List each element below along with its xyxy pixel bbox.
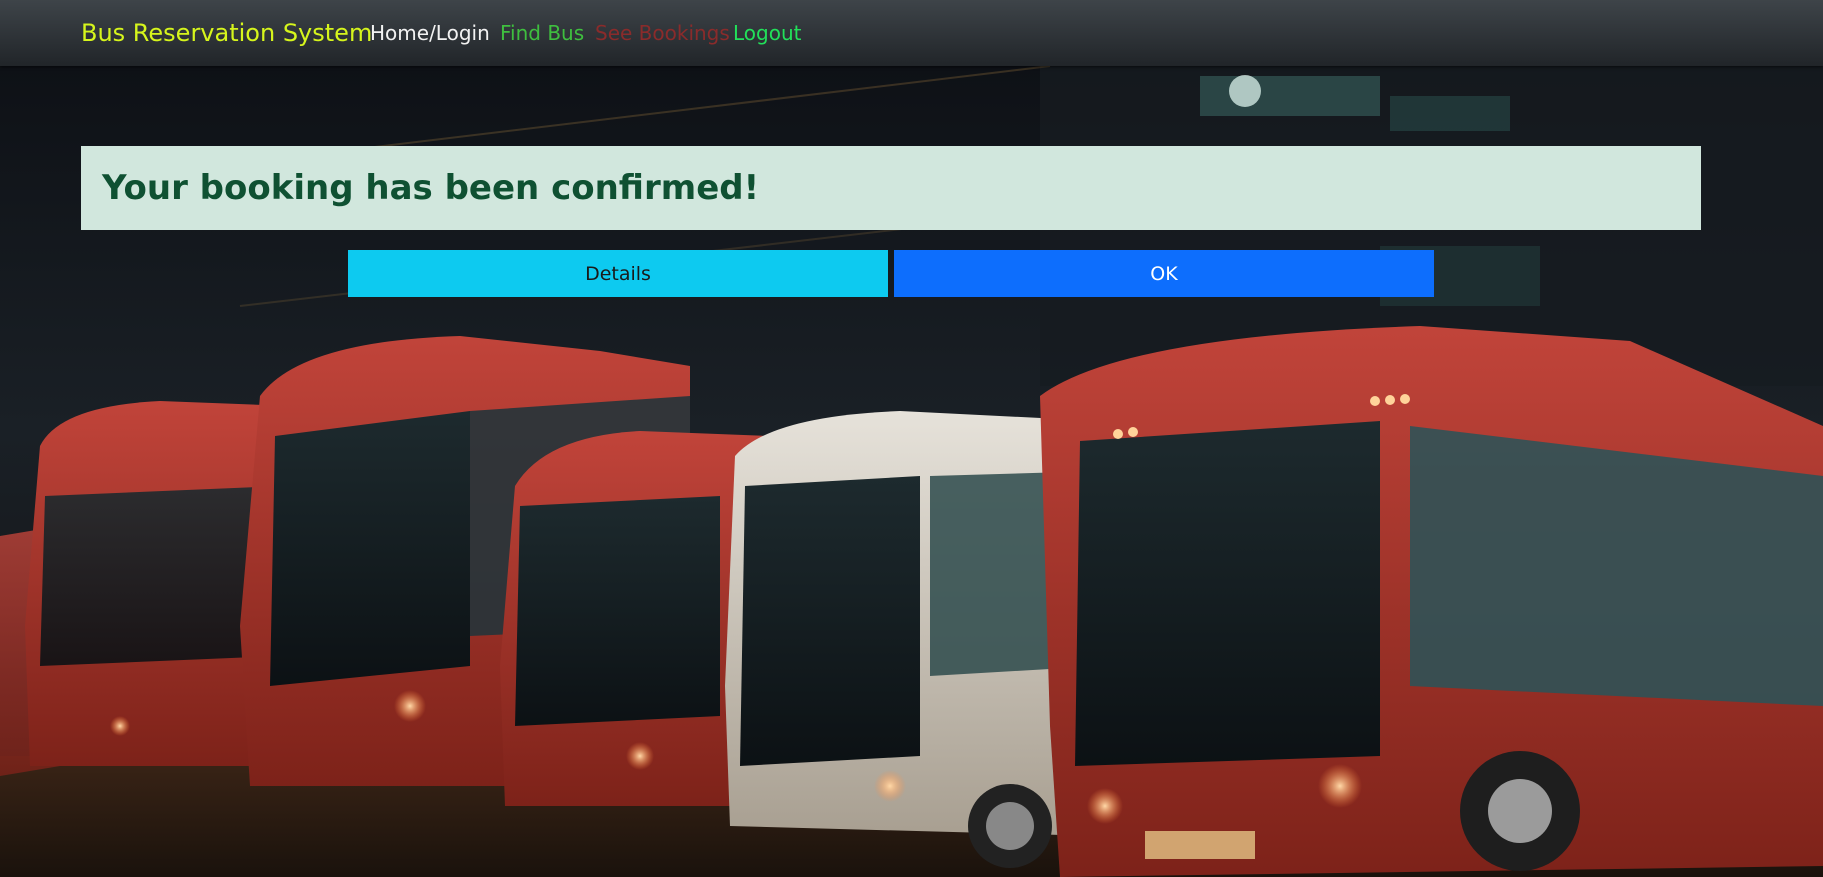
alert-message: Your booking has been confirmed! <box>102 168 760 208</box>
brand-link[interactable]: Bus Reservation System <box>81 0 372 66</box>
nav-find-bus[interactable]: Find Bus <box>500 0 584 66</box>
nav-logout[interactable]: Logout <box>733 0 801 66</box>
ok-button[interactable]: OK <box>894 250 1434 297</box>
navbar: Bus Reservation System Home/Login Find B… <box>0 0 1823 66</box>
nav-see-bookings[interactable]: See Bookings <box>595 0 730 66</box>
nav-home-login[interactable]: Home/Login <box>370 0 490 66</box>
details-button[interactable]: Details <box>348 250 888 297</box>
booking-confirmed-alert: Your booking has been confirmed! <box>81 146 1701 230</box>
